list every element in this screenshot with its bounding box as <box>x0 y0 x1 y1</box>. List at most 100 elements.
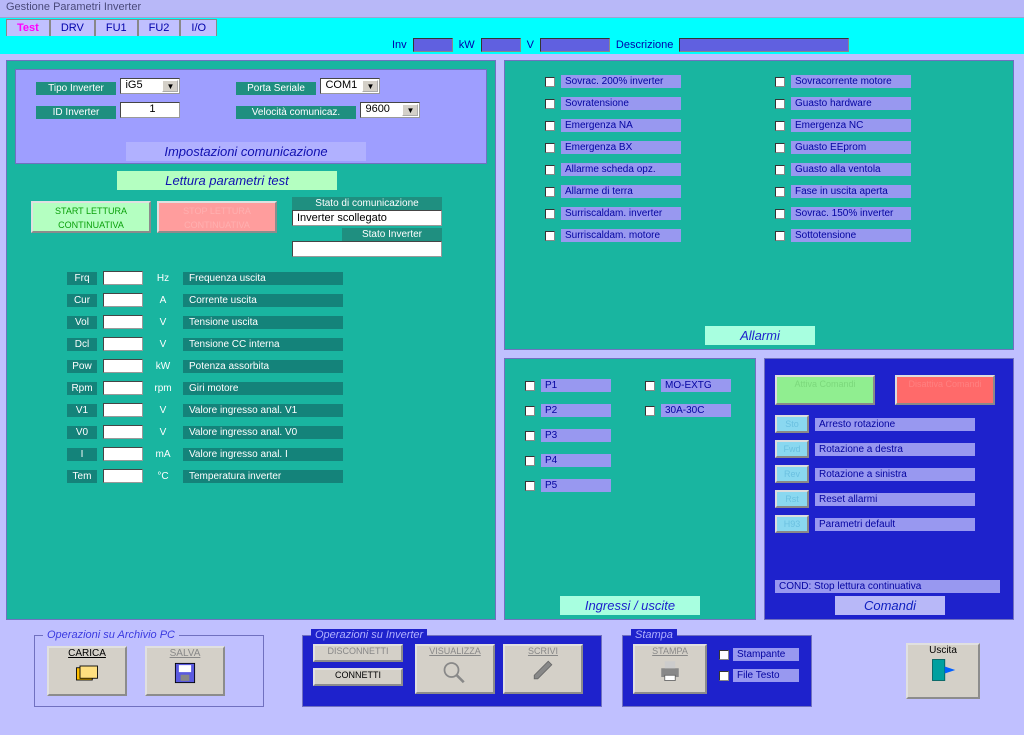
alarm-led <box>545 165 555 175</box>
alarm-item: Sovrac. 200% inverter <box>545 75 681 88</box>
measure-key: Vol <box>67 316 97 329</box>
alarm-item: Surriscaldam. inverter <box>545 207 681 220</box>
tipo-inverter-combo[interactable]: iG5 <box>120 78 180 94</box>
io-item: P4 <box>525 454 611 467</box>
alarm-label: Fase in uscita aperta <box>791 185 911 198</box>
stato-inv-label: Stato Inverter <box>342 228 442 241</box>
comm-title: Impostazioni comunicazione <box>126 142 366 161</box>
carica-button[interactable]: CARICA <box>47 646 127 696</box>
io-item: P3 <box>525 429 611 442</box>
lettura-title: Lettura parametri test <box>117 171 337 190</box>
alarm-item: Sovratensione <box>545 97 681 110</box>
comando-label: Reset allarmi <box>815 493 975 506</box>
measure-label: Tensione CC interna <box>183 338 343 351</box>
measure-label: Giri motore <box>183 382 343 395</box>
alarm-item: Guasto hardware <box>775 97 911 110</box>
measure-label: Potenza assorbita <box>183 360 343 373</box>
stop-lettura-button[interactable]: STOP LETTURA CONTINUATIVA <box>157 201 277 233</box>
alarm-label: Emergenza NA <box>561 119 681 132</box>
allarmi-title: Allarmi <box>705 326 815 345</box>
measure-value-box <box>103 469 143 483</box>
status-inv-box <box>413 38 453 52</box>
velocita-combo[interactable]: 9600 <box>360 102 420 118</box>
id-inverter-label: ID Inverter <box>36 106 116 119</box>
measure-unit: V <box>149 339 177 350</box>
comando-row: H93Parametri default <box>775 515 975 533</box>
measure-row: V1VValore ingresso anal. V1 <box>67 403 343 417</box>
comando-label: Rotazione a destra <box>815 443 975 456</box>
alarm-item: Sovrac. 150% inverter <box>775 207 911 220</box>
tab-io[interactable]: I/O <box>180 19 217 36</box>
comando-button[interactable]: Fwd <box>775 440 809 458</box>
stampante-radio[interactable]: Stampante <box>719 648 799 661</box>
start-lettura-button[interactable]: START LETTURA CONTINUATIVA <box>31 201 151 233</box>
attiva-comandi-button[interactable]: Attiva Comandi <box>775 375 875 405</box>
measure-unit: V <box>149 405 177 416</box>
status-kw-label: kW <box>459 39 475 51</box>
connetti-button[interactable]: CONNETTI <box>313 668 403 686</box>
measure-key: Rpm <box>67 382 97 395</box>
alarm-label: Sovratensione <box>561 97 681 110</box>
velocita-label: Velocità comunicaz. <box>236 106 356 119</box>
measure-row: Vol V Tensione uscita <box>67 315 343 329</box>
alarm-led <box>775 143 785 153</box>
status-desc-box <box>679 38 849 52</box>
comando-button[interactable]: Rev <box>775 465 809 483</box>
alarm-led <box>545 187 555 197</box>
alarm-label: Allarme di terra <box>561 185 681 198</box>
alarm-item: Allarme scheda opz. <box>545 163 681 176</box>
alarm-led <box>545 231 555 241</box>
measure-row: ImAValore ingresso anal. I <box>67 447 343 461</box>
io-led <box>645 406 655 416</box>
porta-seriale-combo[interactable]: COM1 <box>320 78 380 94</box>
id-inverter-input[interactable]: 1 <box>120 102 180 118</box>
comando-button[interactable]: Sto <box>775 415 809 433</box>
measure-value-box <box>103 293 143 307</box>
stato-inv-value <box>292 241 442 257</box>
comandi-title: Comandi <box>835 596 945 615</box>
alarm-item: Emergenza BX <box>545 141 681 154</box>
measure-row: Rpm rpm Giri motore <box>67 381 343 395</box>
visualizza-button[interactable]: VISUALIZZA <box>415 644 495 694</box>
comando-row: Fwd Rotazione a destra <box>775 440 975 458</box>
tab-drv[interactable]: DRV <box>50 19 95 36</box>
disattiva-comandi-button[interactable]: Disattiva Comandi <box>895 375 995 405</box>
stato-com-label: Stato di comunicazione <box>292 197 442 210</box>
tab-fu1[interactable]: FU1 <box>95 19 138 36</box>
measure-row: CurACorrente uscita <box>67 293 343 307</box>
comando-button[interactable]: Rst <box>775 490 809 508</box>
measure-row: Tem°CTemperatura inverter <box>67 469 343 483</box>
scrivi-button[interactable]: SCRIVI <box>503 644 583 694</box>
salva-button[interactable]: SALVA <box>145 646 225 696</box>
alarm-label: Surriscaldam. motore <box>561 229 681 242</box>
printer-icon <box>655 656 685 684</box>
alarm-led <box>775 165 785 175</box>
measure-unit: V <box>149 317 177 328</box>
alarm-led <box>775 209 785 219</box>
measure-row: DclVTensione CC interna <box>67 337 343 351</box>
status-strip: Inv kW V Descrizione <box>0 36 1024 54</box>
archive-group-title: Operazioni su Archivio PC <box>43 629 179 641</box>
io-label: P5 <box>541 479 611 492</box>
tab-test[interactable]: Test <box>6 19 50 36</box>
uscita-button[interactable]: Uscita <box>906 643 980 699</box>
measure-value-box <box>103 403 143 417</box>
filetesto-radio[interactable]: File Testo <box>719 669 799 682</box>
stampa-group-title: Stampa <box>631 629 677 641</box>
comando-button[interactable]: H93 <box>775 515 809 533</box>
measure-row: V0VValore ingresso anal. V0 <box>67 425 343 439</box>
measure-key: V1 <box>67 404 97 417</box>
measure-unit: °C <box>149 471 177 482</box>
stampa-button[interactable]: STAMPA <box>633 644 707 694</box>
measure-unit: rpm <box>149 383 177 394</box>
window-titlebar: Gestione Parametri Inverter <box>0 0 1024 18</box>
stato-com-value: Inverter scollegato <box>292 210 442 226</box>
disconnetti-button[interactable]: DISCONNETTI <box>313 644 403 662</box>
alarm-label: Surriscaldam. inverter <box>561 207 681 220</box>
alarm-led <box>545 121 555 131</box>
comandi-cond: COND: Stop lettura continuativa <box>775 580 1000 593</box>
measure-label: Tensione uscita <box>183 316 343 329</box>
tab-fu2[interactable]: FU2 <box>138 19 181 36</box>
io-label: 30A-30C <box>661 404 731 417</box>
io-label: P2 <box>541 404 611 417</box>
